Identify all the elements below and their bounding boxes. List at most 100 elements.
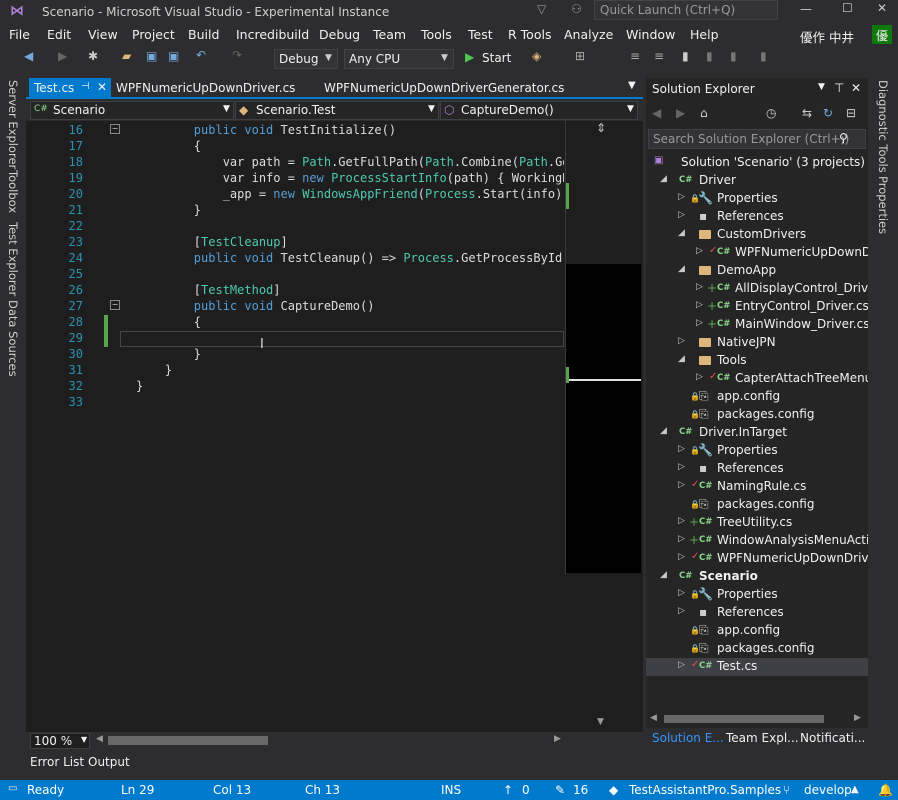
collapsed-icon[interactable]: ▷ <box>678 588 685 598</box>
menu-r-tools[interactable]: R Tools <box>508 27 551 42</box>
status-unpushed[interactable]: 0 <box>522 783 530 797</box>
scroll-down-icon[interactable]: ▼ <box>597 717 604 727</box>
maximize-button[interactable]: ☐ <box>842 1 853 15</box>
tree-item-file[interactable]: 🔒 ⎘ app.config <box>646 622 868 640</box>
expanded-icon[interactable]: ◢ <box>678 228 685 238</box>
close-panel-icon[interactable]: ✕ <box>851 81 861 95</box>
collapsed-icon[interactable]: ▷ <box>678 462 685 472</box>
browser-icon[interactable]: ◈ <box>532 49 541 63</box>
tab-test-cs[interactable]: Test.cs ⊣ ✕ <box>29 78 111 97</box>
collapsed-icon[interactable]: ▷ <box>678 552 685 562</box>
tree-item-file[interactable]: ▷ + C# EntryControl_Driver.cs <box>646 298 868 316</box>
menu-test[interactable]: Test <box>468 27 493 42</box>
bookmark-prev-icon[interactable]: ▮ <box>706 49 713 63</box>
tab-error-list[interactable]: Error List <box>30 755 84 769</box>
undo-icon[interactable]: ↶ <box>196 48 206 62</box>
tree-item-file[interactable]: ▷✓C#WPFNumericUpDownDriv <box>646 244 868 262</box>
tree-item-file[interactable]: ▷ + C# WindowAnalysisMenuAction <box>646 532 868 550</box>
tree-item-file[interactable]: 🔒 ⎘ packages.config <box>646 406 868 424</box>
tree-item-folder[interactable]: ▷ NativeJPN <box>646 334 868 352</box>
scroll-right-icon[interactable]: ▶ <box>554 734 561 744</box>
tab-wpfnumericupdowndriver[interactable]: WPFNumericUpDownDriver.cs <box>116 81 295 95</box>
menu-debug[interactable]: Debug <box>319 27 360 42</box>
tree-item[interactable]: ▷ 🔒 🔧 Properties <box>646 586 868 604</box>
data-sources-tab[interactable]: Data Sources <box>6 300 20 377</box>
member-dropdown[interactable]: ⬡ CaptureDemo() ▼ <box>440 101 638 120</box>
history-icon[interactable]: ◷ <box>766 106 776 120</box>
back-icon[interactable]: ◀ <box>24 49 33 63</box>
back-icon[interactable]: ◀ <box>652 106 661 120</box>
status-changes[interactable]: 16 <box>573 783 588 797</box>
tree-item-file[interactable]: ▷ + C# MainWindow_Driver.cs <box>646 316 868 334</box>
tree-item-project[interactable]: ◢ C# Driver.InTarget <box>646 424 868 442</box>
menu-tools[interactable]: Tools <box>421 27 452 42</box>
collapsed-icon[interactable]: ▷ <box>678 516 685 526</box>
quick-launch-input[interactable]: Quick Launch (Ctrl+Q) <box>594 0 778 20</box>
refresh-icon[interactable]: ↻ <box>823 106 833 120</box>
tree-item[interactable]: ▷ ▪ References <box>646 604 868 622</box>
save-all-icon[interactable]: ▣ <box>168 49 179 63</box>
collapsed-icon[interactable]: ▷ <box>696 372 703 382</box>
bookmark-icon[interactable]: ▮ <box>682 49 689 63</box>
collapsed-icon[interactable]: ▷ <box>678 660 685 670</box>
tree-item[interactable]: ▷ 🔒 🔧 Properties <box>646 190 868 208</box>
collapsed-icon[interactable]: ▷ <box>696 282 703 292</box>
minimize-button[interactable]: — <box>800 2 812 16</box>
close-tab-icon[interactable]: ✕ <box>97 80 107 94</box>
expanded-icon[interactable]: ◢ <box>660 174 667 184</box>
user-badge[interactable]: 優 <box>872 25 892 44</box>
start-icon[interactable]: ▶ <box>465 50 474 64</box>
test-explorer-tab[interactable]: Test Explorer <box>6 222 20 296</box>
tree-item-folder[interactable]: ◢ CustomDrivers <box>646 226 868 244</box>
tree-item[interactable]: ▷ 🔒 🔧 Properties <box>646 442 868 460</box>
menu-project[interactable]: Project <box>132 27 175 42</box>
tree-item-folder[interactable]: ◢ Tools <box>646 352 868 370</box>
platform-select[interactable]: Any CPU ▼ <box>344 49 454 69</box>
menu-view[interactable]: View <box>88 27 118 42</box>
solution-horizontal-scrollbar[interactable]: ◀ ▶ <box>646 712 868 726</box>
pin-icon[interactable]: ⊣ <box>81 81 90 92</box>
tree-item-file[interactable]: 🔒 ⎘ app.config <box>646 388 868 406</box>
scroll-left-icon[interactable]: ◀ <box>96 734 103 744</box>
tree-item[interactable]: ▷ ▪ References <box>646 460 868 478</box>
pencil-icon[interactable]: ✎ <box>555 783 565 797</box>
scroll-right-icon[interactable]: ▶ <box>854 713 861 723</box>
forward-icon[interactable]: ▶ <box>58 49 67 63</box>
diagnostic-tools-tab[interactable]: Diagnostic Tools <box>876 80 890 173</box>
collapsed-icon[interactable]: ▷ <box>678 444 685 454</box>
branch-icon[interactable]: ⑂ <box>783 783 790 797</box>
class-dropdown[interactable]: ◆ Scenario.Test ▼ <box>235 101 439 120</box>
collapsed-icon[interactable]: ▷ <box>678 210 685 220</box>
clear-bookmarks-icon[interactable]: ▮ <box>760 49 767 63</box>
collapsed-icon[interactable]: ▷ <box>678 480 685 490</box>
tab-wpfnumericupdowndrivergenerator[interactable]: WPFNumericUpDownDriverGenerator.cs <box>324 81 564 95</box>
save-icon[interactable]: ▣ <box>146 49 157 63</box>
bookmark-next-icon[interactable]: ▮ <box>730 49 737 63</box>
tree-item-file-selected[interactable]: ▷ ✓ C# Test.cs <box>646 658 868 676</box>
properties-tab[interactable]: Properties <box>876 176 890 234</box>
collapsed-icon[interactable]: ▷ <box>678 336 685 346</box>
horizontal-scrollbar[interactable] <box>108 736 268 745</box>
minimap-viewport[interactable] <box>566 264 641 573</box>
tree-item-file[interactable]: ▷✓C#CapterAttachTreeMenuAc <box>646 370 868 388</box>
code-editor[interactable]: 16 17 18 19 20 21 22 23 24 25 26 27 28 2… <box>26 121 643 732</box>
collapsed-icon[interactable]: ▷ <box>696 300 703 310</box>
scrollbar-thumb[interactable] <box>664 715 824 723</box>
home-icon[interactable]: ⌂ <box>700 106 708 120</box>
chevron-up-icon[interactable]: ▲ <box>851 784 859 795</box>
tree-item-file[interactable]: ▷ ✓ C# NamingRule.cs <box>646 478 868 496</box>
user-name[interactable]: 優作 中井 <box>800 27 854 46</box>
panel-menu-icon[interactable]: ▼ <box>818 82 825 92</box>
menu-incredibuild[interactable]: Incredibuild <box>236 27 309 42</box>
collapsed-icon[interactable]: ▷ <box>678 606 685 616</box>
tree-item[interactable]: ▷ ▪ References <box>646 208 868 226</box>
tree-item-file[interactable]: ▷+C#AllDisplayControl_Driver.c <box>646 280 868 298</box>
server-explorer-tab[interactable]: Server Explorer <box>6 80 20 169</box>
collapsed-icon[interactable]: ▷ <box>696 246 703 256</box>
zoom-select[interactable]: 100 % ▼ <box>30 733 90 749</box>
arrow-up-icon[interactable]: ↑ <box>503 783 513 797</box>
collapsed-icon[interactable]: ▷ <box>696 318 703 328</box>
expanded-icon[interactable]: ◢ <box>678 264 685 274</box>
repo-icon[interactable]: ◆ <box>609 783 618 797</box>
tree-item-file[interactable]: 🔒 ⎘ packages.config <box>646 640 868 658</box>
